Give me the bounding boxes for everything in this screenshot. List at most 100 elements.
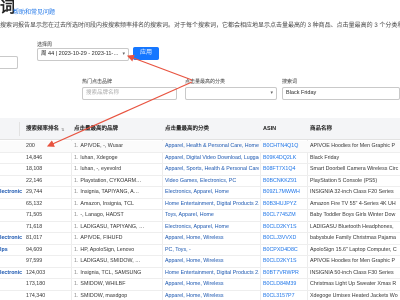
cell-rank: 124,003 <box>26 269 46 276</box>
header-spacer <box>0 122 20 136</box>
brand-search-input[interactable]: 搜索品牌名称 <box>82 87 177 100</box>
cell-asin[interactable]: B0CLJ3VVXD <box>263 233 307 244</box>
brand-index: 1. <box>74 189 79 195</box>
cell-category: Apparel, Digital Video Download, Luggage <box>165 154 259 161</box>
brand-index: 1. <box>74 166 79 172</box>
cell-product: babysbule Family Christmas Pajama <box>310 235 396 241</box>
brand-index: 1. <box>74 143 79 149</box>
cell-brand: 1. APIVOE, -, Wusar <box>74 141 162 152</box>
table-row: 18,108 1. luhan, -, eyevolrd Apparel, Sport… <box>0 164 400 176</box>
category-filter-label: 点击量最高的分类 <box>185 79 226 85</box>
cell-brand: 1. luhan, -, eyevolrd <box>74 164 162 175</box>
cell-rank: 14,846 <box>26 154 43 161</box>
cell-brand: 1. LADIGASU, SMIDOW, … <box>74 256 162 267</box>
brand-index: 1. <box>74 258 79 264</box>
cell-left: lectronics <box>0 269 22 276</box>
cell-left: lps <box>0 246 8 253</box>
cell-rank: 97,599 <box>26 258 43 264</box>
table-row: 173,180 1. SMIDOW, WHILBF Apparel, Home, Wi… <box>0 279 400 291</box>
brand-text: SMIDOW, maxdgop <box>80 292 128 299</box>
cell-category: Apparel, Home, Wireless <box>165 292 224 299</box>
cell-category: Electronics, Apparel, Home <box>165 189 229 195</box>
table-row: 71,505 1. -, Lanago, HADST Toys, Apparel, H… <box>0 210 400 222</box>
cell-asin[interactable]: B0BCNKKZ91 <box>263 176 307 187</box>
brand-text: APIVOE, FIHUFD <box>80 235 123 241</box>
cell-brand: 1. Insignia, TCL, SAMSUNG <box>74 268 162 279</box>
table-row: 22,146 1. Playstation, CYKOARM… Video Games… <box>0 176 400 187</box>
cell-asin[interactable]: B0CLD2KY1S <box>263 256 307 267</box>
brand-index: 1. <box>74 281 79 287</box>
header-asin-label: ASIN <box>263 125 277 132</box>
cell-brand: 1. -, Lanago, HADST <box>74 210 162 221</box>
cell-product: PlayStation 5 Console (PS5) <box>310 177 378 184</box>
brand-text: APIVOE, -, Wusar <box>80 143 124 149</box>
cell-product: Christmas Light Up Sweater Xmas R <box>310 281 397 287</box>
page-title: 词 <box>0 0 14 16</box>
table-header: 搜索频率排名 ⇅ 点击量最高的品牌 点击量最高的分类 ASIN 商品名称 <box>0 118 400 140</box>
cell-asin[interactable]: B0CPXD4D8C <box>263 245 307 256</box>
cell-category: Apparel, Health & Personal Care, Home <box>165 143 259 149</box>
brand-index: 1. <box>74 177 79 184</box>
sort-icon: ⇅ <box>61 126 65 132</box>
cell-rank: 18,108 <box>26 166 43 172</box>
table-row: 14,846 1. luhan, Xdegoge Apparel, Digital V… <box>0 153 400 164</box>
table-row: lectronics 29,744 1.Insignia, TAPIYANG, A…… <box>0 187 400 199</box>
table-row: 200 1. APIVOE, -, Wusar Apparel, Health & P… <box>0 141 400 153</box>
cell-asin[interactable]: B0BT7VRWPR <box>263 268 307 279</box>
cell-left: lectronic <box>0 235 22 241</box>
cell-product: INSIGNIA 50-inch Class F30 Series <box>310 269 394 276</box>
cell-asin[interactable]: B08FT7X1Q4 <box>263 164 307 175</box>
brand-index: 1. <box>74 269 79 276</box>
cell-category: Toys, Apparel, Home <box>165 212 214 218</box>
cell-brand: 1. Playstation, CYKOARM… <box>74 176 162 187</box>
week-range-select[interactable]: 周 44 | 2023-10-29 - 2023-11-… ▾ <box>37 48 129 61</box>
cell-asin[interactable]: B0CL7745ZM <box>263 210 307 221</box>
cell-category: Apparel, Home, Wireless <box>165 281 224 287</box>
category-select[interactable]: ▾ <box>185 87 277 100</box>
header-product-label: 商品名称 <box>310 125 333 132</box>
table-row: 174,340 1. SMIDOW, maxdgop Apparel, Home, W… <box>0 291 400 300</box>
cell-product: Amazon Fire TV 55" 4-Series 4K UH <box>310 200 396 207</box>
header-rank[interactable]: 搜索频率排名 ⇅ <box>26 118 70 140</box>
cell-rank: 71,618 <box>26 223 43 230</box>
cell-rank: 173,180 <box>26 281 46 287</box>
cell-rank: 71,505 <box>26 212 43 218</box>
search-term-input[interactable]: Black Friday <box>282 87 400 100</box>
cell-asin[interactable]: B09K4DQ2LK <box>263 153 307 164</box>
cell-rank: 22,146 <box>26 177 43 184</box>
cell-category: Apparel, Home, Wireless <box>165 258 224 264</box>
chevron-down-icon: ▾ <box>122 51 125 57</box>
brand-index: 1. <box>74 212 79 218</box>
brand-text: Insignia, TAPIYANG, A… <box>80 189 140 195</box>
brand-index: 1. <box>74 292 79 299</box>
cell-category: Home Entertainment, Digital Products 2… <box>165 269 259 276</box>
brand-index: 1. <box>74 235 79 241</box>
brand-text: HP, ApoloSign, Lenovo <box>80 246 135 253</box>
header-category: 点击量最高的分类 <box>165 118 257 140</box>
cell-rank: 174,340 <box>26 292 46 299</box>
apply-button[interactable]: 应用 <box>133 47 159 60</box>
header-brand: 点击量最高的品牌 <box>74 118 162 140</box>
header-rank-label: 搜索频率排名 <box>26 125 60 132</box>
brand-index: 1. <box>74 223 79 230</box>
header-brand-label: 点击量最高的品牌 <box>74 125 119 132</box>
cell-asin[interactable]: B0CL3157P7 <box>263 291 307 300</box>
report-type-select[interactable] <box>0 56 18 69</box>
search-terms-table: 搜索频率排名 ⇅ 点击量最高的品牌 点击量最高的分类 ASIN 商品名称 200… <box>0 118 400 300</box>
cell-asin[interactable]: B09ZL7MWWH <box>263 187 307 198</box>
brand-text: Amazon, Insignia, TCL <box>80 200 134 207</box>
cell-asin[interactable]: B0B3HUJPYZ <box>263 199 307 210</box>
cell-product: Smart Doorbell Camera Wireless Circ <box>310 166 399 172</box>
cell-product: Black Friday <box>310 154 340 161</box>
help-link[interactable]: 帮助和常见问题 <box>13 7 55 16</box>
cell-asin[interactable]: B0CLD2KY1S <box>263 222 307 233</box>
cell-category: PC, Toys, - <box>165 246 191 253</box>
cell-brand: 1. luhan, Xdegoge <box>74 153 162 164</box>
table-row: 97,599 1. LADIGASU, SMIDOW, … Apparel, Home… <box>0 256 400 268</box>
cell-asin[interactable]: B0CHTN4Q1Q <box>263 141 307 152</box>
cell-rank: 81,017 <box>26 235 43 241</box>
cell-brand: 1. LADIGASU, TAPIYANG, … <box>74 222 162 233</box>
brand-text: luhan, -, eyevolrd <box>80 166 122 172</box>
cell-product: APIVOE Hoodies for Men Graphic P <box>310 143 396 149</box>
cell-asin[interactable]: B0CLD84M39 <box>263 279 307 290</box>
